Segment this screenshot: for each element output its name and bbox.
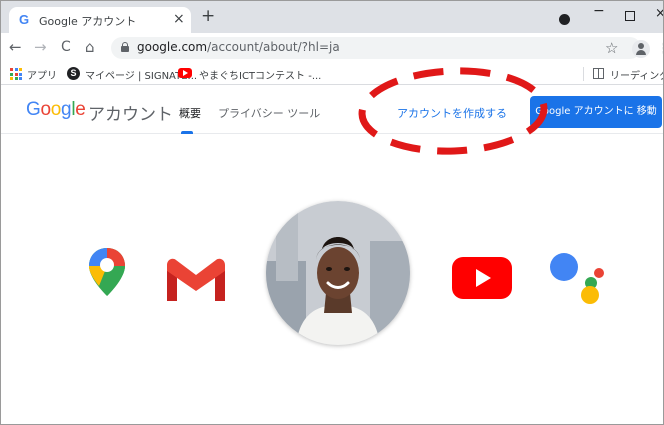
youtube-favicon-icon (178, 68, 192, 78)
gmail-icon (167, 258, 225, 301)
reading-list-button[interactable]: リーディング リスト (610, 67, 663, 82)
google-logo[interactable]: Google (26, 99, 86, 121)
back-button[interactable]: ← (9, 40, 22, 55)
profile-avatar-icon[interactable] (632, 40, 650, 58)
bookmark-yamaguchi-ict[interactable]: やまぐちICTコンテスト -... (199, 67, 321, 82)
maximize-button[interactable] (625, 11, 635, 21)
create-account-link[interactable]: アカウントを作成する (397, 105, 507, 121)
active-tab-indicator (181, 131, 193, 134)
browser-menu-icon[interactable]: ⋮ (657, 41, 663, 57)
browser-tab[interactable]: G Google アカウント × (9, 7, 191, 33)
forward-button[interactable]: → (34, 40, 47, 55)
google-account-header: Google アカウント 概要 プライバシー ツール アカウントを作成する Go… (1, 86, 663, 134)
recording-indicator-icon[interactable] (559, 14, 570, 25)
logo-letter: G (26, 99, 41, 120)
apps-grid-icon[interactable] (10, 68, 22, 80)
tab-privacy-tools[interactable]: プライバシー ツール (218, 105, 320, 121)
url-host: google.com (137, 40, 208, 54)
url-text: google.com/account/about/?hl=ja (137, 40, 340, 54)
url-path: /account/about/?hl=ja (207, 40, 340, 54)
logo-letter: o (50, 99, 62, 120)
bookmarks-bar: アプリ S マイページ | SIGNATE... やまぐちICTコンテスト -.… (1, 63, 663, 85)
reading-list-icon[interactable] (593, 68, 604, 79)
bookmark-star-icon[interactable]: ☆ (605, 39, 618, 57)
go-to-account-button[interactable]: Google アカウントに 移動 (530, 96, 662, 128)
bookmark-divider (583, 67, 584, 81)
assistant-icon (550, 253, 604, 304)
logo-letter: o (40, 99, 51, 120)
home-button[interactable]: ⌂ (85, 40, 95, 55)
browser-window: G Google アカウント × + − × ← → C ⌂ google.co… (0, 0, 664, 425)
tab-strip: G Google アカウント × + − × (1, 1, 663, 33)
maps-icon (89, 248, 125, 296)
reload-button[interactable]: C (61, 40, 71, 55)
page-title: アカウント (88, 105, 173, 125)
tab-title: Google アカウント (39, 15, 137, 28)
bookmark-apps[interactable]: アプリ (27, 67, 57, 82)
logo-letter: g (61, 99, 72, 120)
new-tab-button[interactable]: + (201, 8, 215, 25)
address-toolbar: ← → C ⌂ google.com/account/about/?hl=ja (1, 33, 663, 63)
address-bar[interactable]: google.com/account/about/?hl=ja (111, 37, 641, 59)
youtube-icon (452, 257, 512, 299)
portrait (266, 201, 410, 345)
close-window-button[interactable]: × (655, 6, 663, 21)
lock-icon[interactable] (121, 42, 129, 52)
minimize-button[interactable]: − (593, 3, 605, 19)
person-portrait-icon (266, 201, 410, 345)
signate-favicon-icon: S (67, 67, 80, 80)
tab-close-icon[interactable]: × (173, 11, 185, 27)
tab-overview[interactable]: 概要 (179, 105, 201, 121)
google-favicon-icon: G (19, 12, 30, 27)
logo-letter: e (75, 99, 86, 120)
